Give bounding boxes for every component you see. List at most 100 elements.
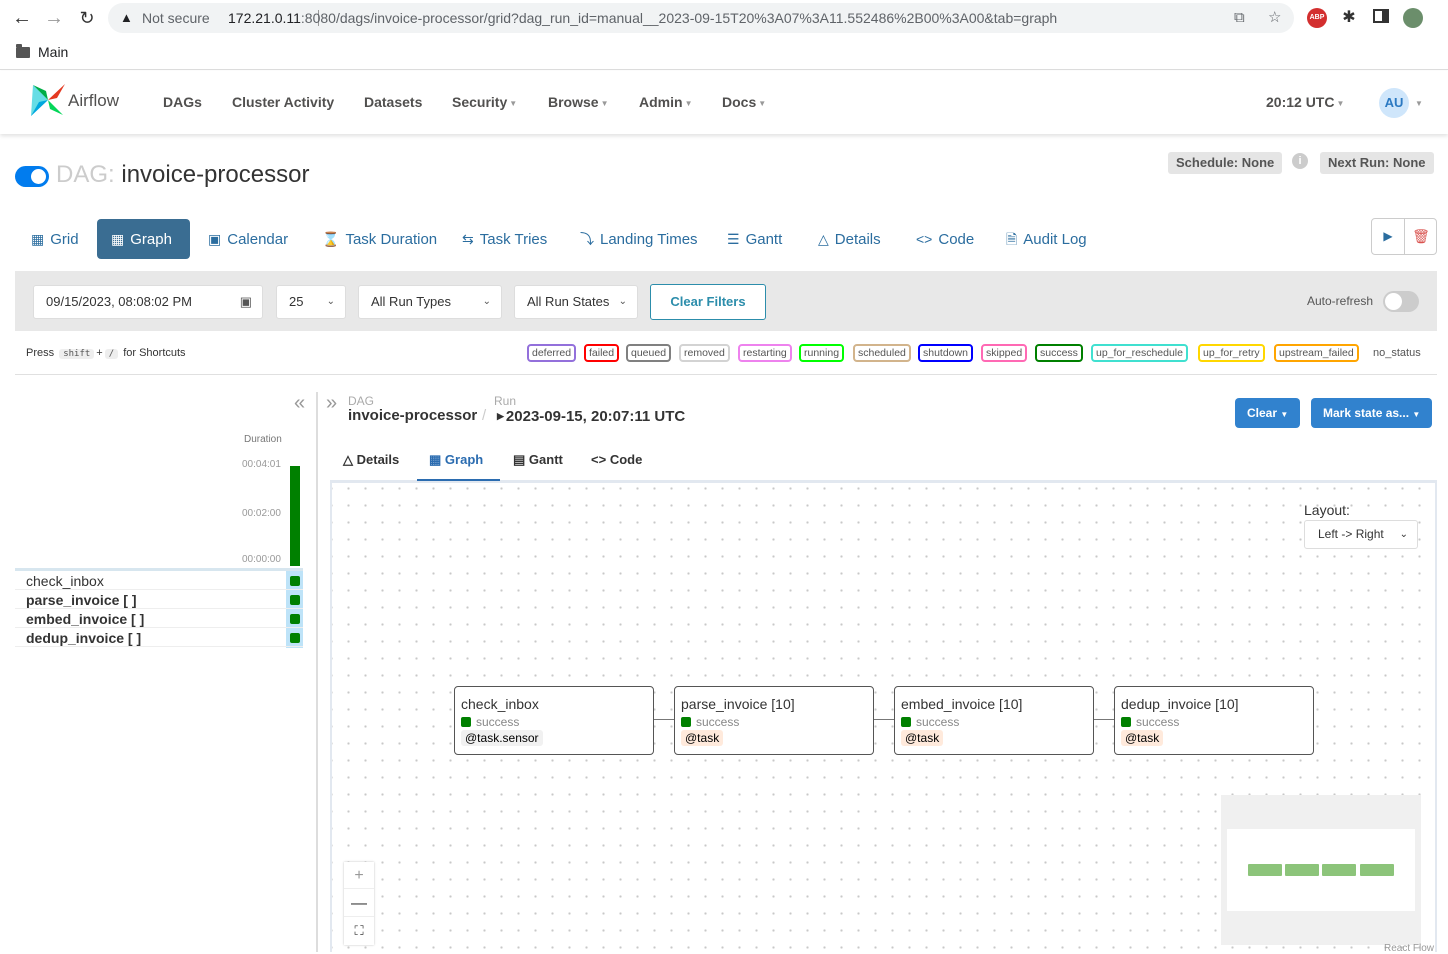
share-icon[interactable]: ⧉ [1234,3,1245,33]
react-flow-attribution[interactable]: React Flow [1384,943,1434,954]
graph-node[interactable]: dedup_invoice [10] success @task [1114,686,1314,755]
breadcrumb-dag[interactable]: invoice-processor [348,407,477,424]
back-arrow-icon[interactable]: ← [10,6,34,30]
subtab-gantt[interactable]: ▤ Gantt [501,440,575,481]
zoom-in-icon[interactable]: + [344,862,374,889]
star-icon[interactable]: ☆ [1268,3,1281,33]
shortcut-hint: Press shift + / for Shortcuts [26,347,186,359]
trigger-dag-play-icon[interactable]: ▶ [1372,219,1405,254]
nav-dags[interactable]: DAGs [163,94,202,110]
legend-skipped[interactable]: skipped [981,344,1028,362]
task-instance-status[interactable] [290,614,300,624]
tab-calendar[interactable]: ▣ Calendar [194,219,302,259]
forward-arrow-icon[interactable]: → [42,6,66,30]
node-title: parse_invoice [10] [681,696,795,712]
bookmark-folder-main[interactable]: Main [38,44,68,60]
legend-up-for-reschedule[interactable]: up_for_reschedule [1091,344,1188,362]
legend-success[interactable]: success [1035,344,1083,362]
extensions-icon[interactable]: ✱ [1339,8,1359,28]
base-date-input[interactable]: 09/15/2023, 08:08:02 PM ▣ [33,285,263,319]
tab-task-duration[interactable]: ⌛ Task Duration [308,219,451,259]
adblock-icon[interactable]: ABP [1307,8,1327,28]
tab-landing-times[interactable]: ⤵ Landing Times [566,219,712,259]
nav-security[interactable]: Security ▼ [452,94,517,110]
tab-task-tries[interactable]: ⇆ Task Tries [448,219,561,259]
fit-view-icon[interactable]: ⛶ [344,917,374,944]
graph-node[interactable]: embed_invoice [10] success @task [894,686,1094,755]
user-avatar[interactable]: AU [1379,88,1409,118]
legend-queued[interactable]: queued [626,344,672,362]
subtab-graph[interactable]: ▦ Graph [417,440,500,481]
divider-line [15,374,1437,375]
airflow-logo-text[interactable]: Airflow [68,91,119,111]
profile-icon[interactable] [1403,8,1423,28]
collapse-grid-icon[interactable]: « [294,392,305,415]
nav-security-label: Security [452,94,508,110]
legend-up-for-retry[interactable]: up_for_retry [1198,344,1265,362]
tab-gantt[interactable]: ☰ Gantt [713,219,796,259]
expand-panel-icon[interactable]: » [326,392,337,415]
address-bar[interactable]: ▲ Not secure 172.21.0.11:8080/dags/invoi… [108,3,1294,33]
graph-node[interactable]: parse_invoice [10] success @task [674,686,874,755]
caret-down-icon[interactable]: ▼ [1415,99,1423,108]
tab-audit-log[interactable]: 🗎 Audit Log [992,219,1101,259]
clear-filters-button[interactable]: Clear Filters [650,284,766,320]
node-status-label: success [1136,715,1180,729]
legend-removed[interactable]: removed [679,344,730,362]
airflow-logo-icon[interactable] [29,82,67,118]
run-types-select[interactable]: All Run Types ⌄ [358,285,502,319]
info-icon[interactable]: i [1292,153,1308,169]
minimap[interactable] [1221,795,1421,945]
calendar-picker-icon[interactable]: ▣ [240,286,252,318]
graph-icon: ▦ [429,452,442,467]
legend-deferred[interactable]: deferred [527,344,577,362]
nav-admin[interactable]: Admin ▼ [639,94,692,110]
legend-upstream-failed[interactable]: upstream_failed [1274,344,1359,362]
nav-browse-label: Browse [548,94,599,110]
nav-datasets[interactable]: Datasets [364,94,422,110]
task-instance-status[interactable] [290,595,300,605]
zoom-out-icon[interactable]: — [344,890,374,917]
task-instance-status[interactable] [290,633,300,643]
breadcrumb-run[interactable]: ▶ 2023-09-15, 20:07:11 UTC [497,408,685,425]
tab-graph[interactable]: ▦ Graph [97,219,190,259]
subtab-code[interactable]: <> Code [579,440,654,481]
legend-shutdown[interactable]: shutdown [918,344,973,362]
tab-grid[interactable]: ▦ Grid [17,219,93,259]
node-operator: @task [681,730,724,746]
nav-browse[interactable]: Browse ▼ [548,94,609,110]
legend-failed[interactable]: failed [584,344,620,362]
auto-refresh-toggle[interactable] [1383,291,1419,312]
legend-restarting[interactable]: restarting [738,344,792,362]
legend-no-status[interactable]: no_status [1373,347,1421,359]
subtab-details[interactable]: △ Details [331,440,411,481]
task-row[interactable]: dedup_invoice [ ] [15,628,303,647]
tab-details[interactable]: △ Details [804,219,895,259]
task-row[interactable]: parse_invoice [ ] [15,590,303,609]
panel-divider[interactable] [316,392,318,952]
clear-button[interactable]: Clear ▼ [1235,398,1301,428]
nav-cluster-activity[interactable]: Cluster Activity [232,94,334,110]
tab-code[interactable]: <> Code [902,219,988,259]
dag-pause-toggle[interactable] [15,166,49,187]
legend-running[interactable]: running [799,344,845,362]
legend-scheduled[interactable]: scheduled [853,344,911,362]
node-status: success [461,715,519,729]
run-states-select[interactable]: All Run States ⌄ [514,285,638,319]
layout-select[interactable]: Left -> Right ⌄ [1304,520,1418,549]
caret-down-icon: ▼ [1412,410,1421,419]
mark-state-button[interactable]: Mark state as... ▼ [1311,398,1433,428]
sidepanel-icon[interactable] [1371,8,1391,28]
nav-docs[interactable]: Docs ▼ [722,94,766,110]
clock-time[interactable]: 20:12 UTC ▼ [1266,94,1344,110]
reload-icon[interactable]: ↻ [75,6,99,30]
task-row[interactable]: check_inbox [15,571,303,590]
run-duration-bar[interactable] [290,466,300,566]
graph-node[interactable]: check_inbox success @task.sensor [454,686,654,755]
task-instance-status[interactable] [290,576,300,586]
task-row[interactable]: embed_invoice [ ] [15,609,303,628]
tab-grid-label: Grid [50,231,79,248]
delete-dag-trash-icon[interactable]: 🗑 [1405,219,1437,254]
num-runs-select[interactable]: 25 ⌄ [276,285,346,319]
graph-edge [654,719,675,720]
